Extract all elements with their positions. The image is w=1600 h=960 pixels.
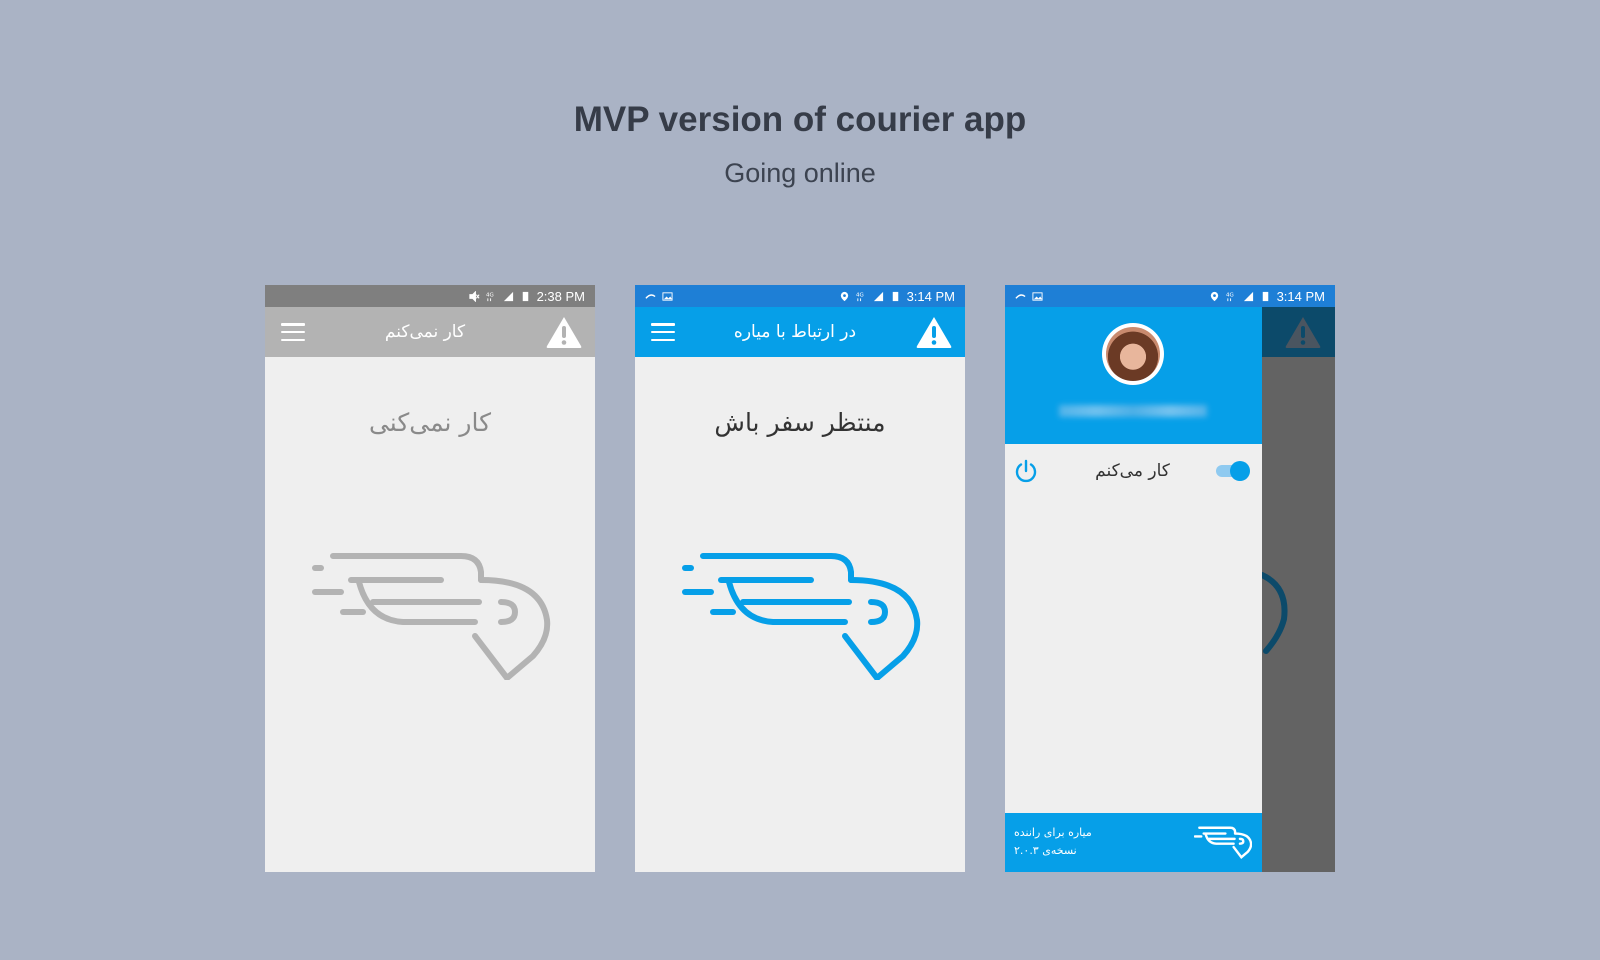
courier-logo-icon bbox=[682, 553, 921, 680]
work-status-label: کار می‌کنم bbox=[1095, 461, 1170, 481]
page-title: MVP version of courier app bbox=[573, 100, 1027, 139]
status-bar: 4G 3:14 PM bbox=[1005, 285, 1335, 307]
network-4g-icon: 4G bbox=[486, 292, 494, 301]
work-status-row[interactable]: کار می‌کنم bbox=[1005, 444, 1262, 498]
location-icon bbox=[1210, 291, 1218, 301]
status-bar: 4G 3:14 PM bbox=[635, 285, 965, 307]
svg-text:4G: 4G bbox=[1226, 292, 1234, 298]
drawer-footer: میاره برای راننده نسخه‌ی ۲.۰.۳ bbox=[1005, 813, 1262, 872]
courier-logo-icon bbox=[1194, 826, 1252, 859]
status-time: 3:14 PM bbox=[1276, 288, 1325, 304]
drawer-header bbox=[1005, 307, 1262, 444]
avatar[interactable] bbox=[1102, 323, 1164, 385]
network-4g-icon: 4G bbox=[1226, 292, 1234, 301]
phone-screen-drawer: 4G 3:14 PM کار می‌کنم bbox=[1005, 285, 1335, 872]
app-bar: در ارتباط با میاره bbox=[635, 307, 965, 357]
notification-icon bbox=[645, 293, 656, 299]
status-heading: منتظر سفر باش bbox=[714, 408, 886, 437]
menu-icon[interactable] bbox=[651, 323, 675, 341]
user-name-redacted bbox=[1059, 405, 1207, 417]
app-bar-title: کار نمی‌کنم bbox=[384, 322, 466, 342]
battery-icon bbox=[892, 291, 898, 301]
notification-icon bbox=[1015, 293, 1026, 299]
app-name-label: میاره برای راننده bbox=[1014, 826, 1092, 839]
alert-icon[interactable] bbox=[915, 315, 953, 349]
image-icon bbox=[1032, 291, 1043, 301]
alert-icon[interactable] bbox=[545, 315, 583, 349]
battery-icon bbox=[1262, 291, 1268, 301]
drawer-scrim[interactable] bbox=[1259, 307, 1335, 872]
battery-icon bbox=[522, 291, 528, 301]
status-bar: 4G 2:38 PM bbox=[265, 285, 595, 307]
page-subtitle: Going online bbox=[724, 158, 876, 188]
app-bar-title: در ارتباط با میاره bbox=[733, 322, 857, 342]
app-bar: کار نمی‌کنم bbox=[265, 307, 595, 357]
dimmed-app-bar bbox=[1262, 307, 1335, 357]
svg-text:4G: 4G bbox=[856, 292, 864, 298]
version-label: نسخه‌ی ۲.۰.۳ bbox=[1014, 844, 1077, 857]
image-icon bbox=[662, 291, 673, 301]
status-time: 2:38 PM bbox=[536, 288, 585, 304]
navigation-drawer: کار می‌کنم میاره برای راننده نسخه‌ی ۲.۰.… bbox=[1005, 307, 1262, 872]
menu-icon[interactable] bbox=[281, 323, 305, 341]
signal-icon bbox=[1243, 291, 1253, 301]
power-icon bbox=[1015, 459, 1037, 483]
svg-text:4G: 4G bbox=[486, 292, 494, 298]
status-heading: کار نمی‌کنی bbox=[368, 408, 492, 437]
location-icon bbox=[840, 291, 848, 301]
footer-text: میاره برای راننده نسخه‌ی ۲.۰.۳ bbox=[1014, 824, 1092, 860]
phone-screen-offline: 4G 2:38 PM کار نمی‌کنم کار نمی‌کنی bbox=[265, 285, 595, 872]
alert-icon bbox=[1285, 317, 1321, 348]
signal-icon bbox=[503, 291, 513, 301]
network-4g-icon: 4G bbox=[856, 292, 864, 301]
mute-icon bbox=[468, 290, 480, 302]
signal-icon bbox=[873, 291, 883, 301]
courier-logo-icon bbox=[312, 553, 551, 680]
work-status-toggle[interactable] bbox=[1216, 461, 1250, 481]
phone-screen-online: 4G 3:14 PM در ارتباط با میاره منتظر سفر … bbox=[635, 285, 965, 872]
status-time: 3:14 PM bbox=[906, 288, 955, 304]
